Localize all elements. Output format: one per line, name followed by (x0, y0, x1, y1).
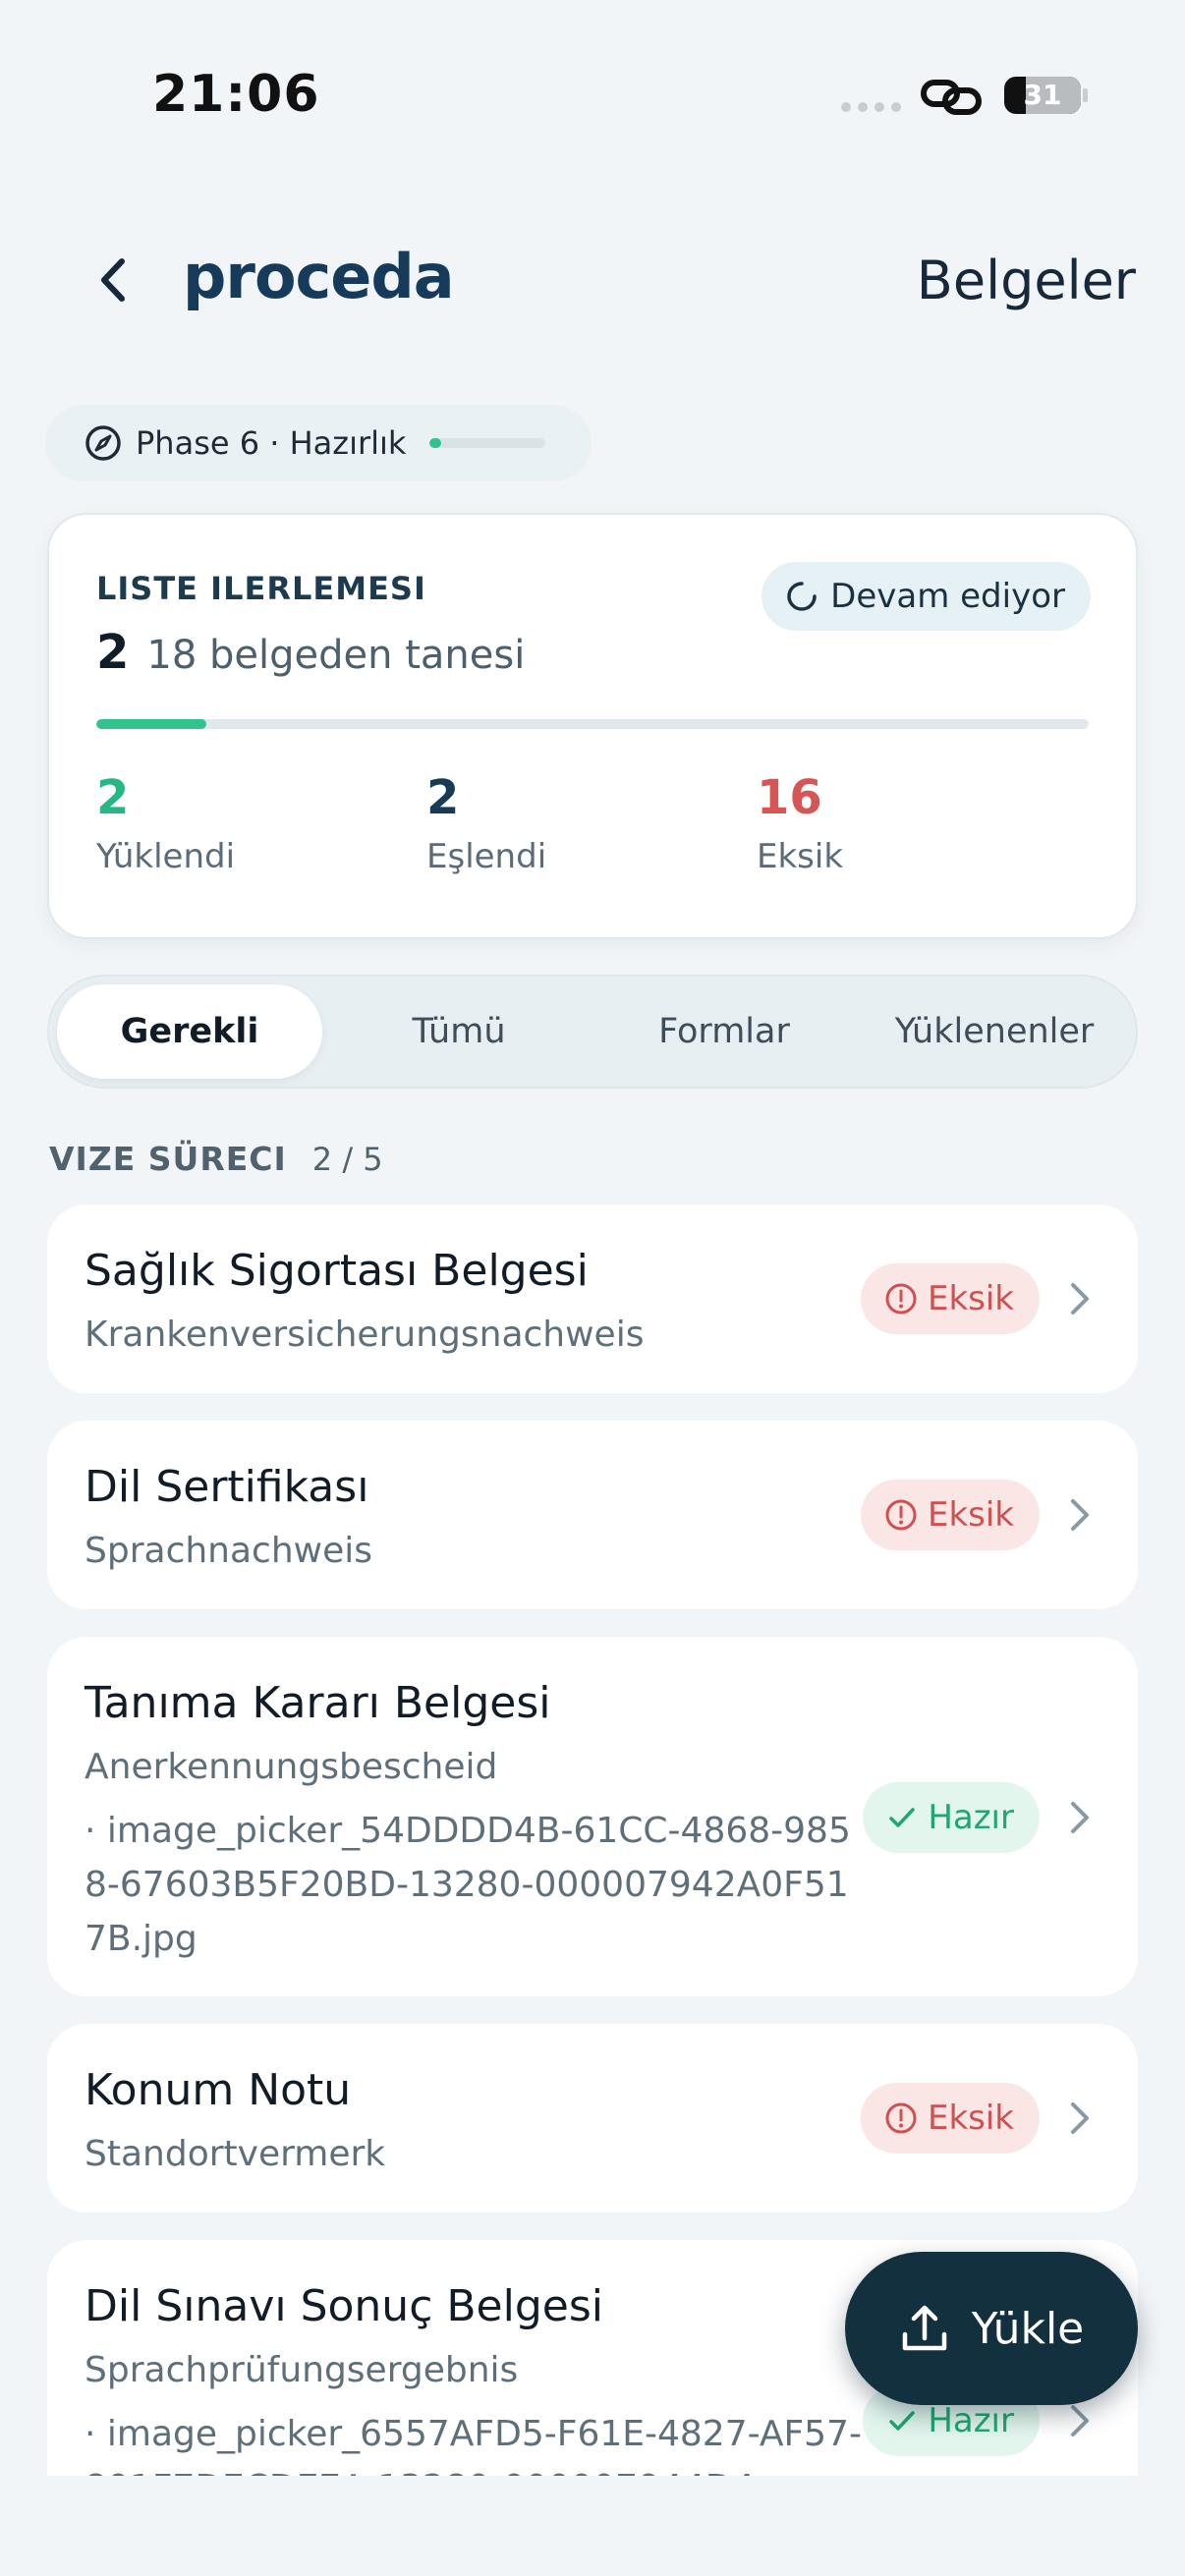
count-line: 2 18 belgeden tanesi (96, 625, 525, 680)
battery-tip (1083, 88, 1088, 102)
document-subtitle: Standortvermerk (85, 2134, 386, 2174)
alert-circle-icon (885, 1283, 917, 1315)
card-heading: LISTE ILERLEMESI (96, 570, 426, 607)
stat-value: 2 (426, 770, 460, 825)
status-pill-label: Devam ediyor (830, 577, 1065, 616)
compass-icon (85, 425, 121, 461)
phase-label: Phase 6 · Hazırlık (136, 424, 407, 462)
chevron-right-icon (1065, 2401, 1095, 2440)
stat-value: 16 (757, 770, 822, 825)
completed-count: 2 (96, 625, 130, 680)
phase-progress-bar (429, 438, 546, 448)
tab-all[interactable]: Tümü (330, 984, 588, 1079)
document-title: Dil Sertifikası (85, 1462, 369, 1512)
battery-level: 31 (1023, 79, 1062, 111)
document-card[interactable]: Tanıma Kararı Belgesi Anerkennungsbesche… (47, 1637, 1138, 1996)
section-title: VIZE SÜRECI (49, 1140, 287, 1178)
status-badge: Hazır (863, 1782, 1040, 1853)
tab-uploaded[interactable]: Yüklenenler (861, 984, 1128, 1079)
segmented-tabs: Gerekli Tümü Formlar Yüklenenler (47, 975, 1138, 1089)
section-header: VIZE SÜRECI 2 / 5 (49, 1140, 383, 1178)
alert-circle-icon (885, 1499, 917, 1531)
status-badge-label: Eksik (927, 2099, 1014, 2138)
upload-icon (902, 2305, 946, 2351)
stat-label: Yüklendi (96, 837, 236, 876)
status-badge: Eksik (860, 2083, 1040, 2154)
link-icon (921, 80, 982, 115)
checkmark-icon (889, 2411, 916, 2431)
document-card[interactable]: Konum Notu Standortvermerk Eksik (47, 2024, 1138, 2212)
document-subtitle: Sprachprüfungsergebnis (85, 2350, 519, 2390)
back-button[interactable] (88, 251, 138, 309)
page-title: Belgeler (916, 250, 1136, 311)
chevron-right-icon (1065, 1279, 1095, 1318)
upload-button[interactable]: Yükle (845, 2252, 1138, 2405)
stat-label: Eksik (757, 837, 844, 876)
document-title: Dil Sınavı Sonuç Belgesi (85, 2281, 603, 2331)
checkmark-icon (889, 1808, 916, 1827)
tab-forms[interactable]: Formlar (595, 984, 853, 1079)
status-badge: Eksik (860, 1480, 1040, 1550)
document-subtitle: Sprachnachweis (85, 1531, 373, 1571)
loading-spinner-icon (787, 582, 817, 611)
section-count: 2 / 5 (311, 1141, 383, 1178)
document-subtitle: Krankenversicherungsnachweis (85, 1315, 645, 1355)
app-logo: proceda (183, 241, 455, 312)
document-title: Sağlık Sigortası Belgesi (85, 1246, 589, 1296)
chevron-right-icon (1065, 2099, 1095, 2138)
count-text: 18 belgeden tanesi (146, 633, 526, 678)
stat-matched: 2 Eşlendi (426, 770, 546, 876)
document-subtitle: Anerkennungsbescheid (85, 1747, 498, 1787)
stat-value: 2 (96, 770, 130, 825)
tab-required[interactable]: Gerekli (57, 984, 322, 1079)
document-title: Konum Notu (85, 2065, 352, 2115)
document-file-name: · image_picker_6557AFD5-F61E-4827-AF57-8… (85, 2414, 862, 2476)
upload-button-label: Yükle (971, 2303, 1085, 2354)
chevron-right-icon (1065, 1798, 1095, 1837)
status-badge: Eksik (860, 1263, 1040, 1334)
chevron-left-icon (101, 258, 125, 302)
stat-missing: 16 Eksik (757, 770, 843, 876)
document-file-name: · image_picker_54DDDD4B-61CC-4868-9858-6… (85, 1811, 851, 1959)
status-badge-label: Eksik (927, 1495, 1014, 1535)
list-progress-bar (96, 719, 1089, 729)
document-title: Tanıma Kararı Belgesi (85, 1678, 551, 1728)
status-badge-label: Hazır (928, 1798, 1014, 1837)
status-badge-label: Hazır (928, 2401, 1014, 2440)
status-time: 21:06 (152, 65, 320, 124)
stat-uploaded: 2 Yüklendi (96, 770, 235, 876)
cellular-signal-icon (841, 102, 901, 112)
battery-icon: 31 (1004, 77, 1081, 114)
document-card[interactable]: Sağlık Sigortası Belgesi Krankenversiche… (47, 1204, 1138, 1393)
alert-circle-icon (885, 2102, 917, 2134)
status-bar: 21:06 31 (0, 0, 1185, 177)
phase-chip[interactable]: Phase 6 · Hazırlık (45, 405, 592, 481)
list-progress-card: LISTE ILERLEMESI Devam ediyor 2 18 belge… (47, 513, 1138, 939)
document-card[interactable]: Dil Sertifikası Sprachnachweis Eksik (47, 1421, 1138, 1609)
chevron-right-icon (1065, 1495, 1095, 1535)
stat-label: Eşlendi (426, 837, 547, 876)
status-pill: Devam ediyor (762, 562, 1091, 631)
status-badge-label: Eksik (927, 1279, 1014, 1318)
